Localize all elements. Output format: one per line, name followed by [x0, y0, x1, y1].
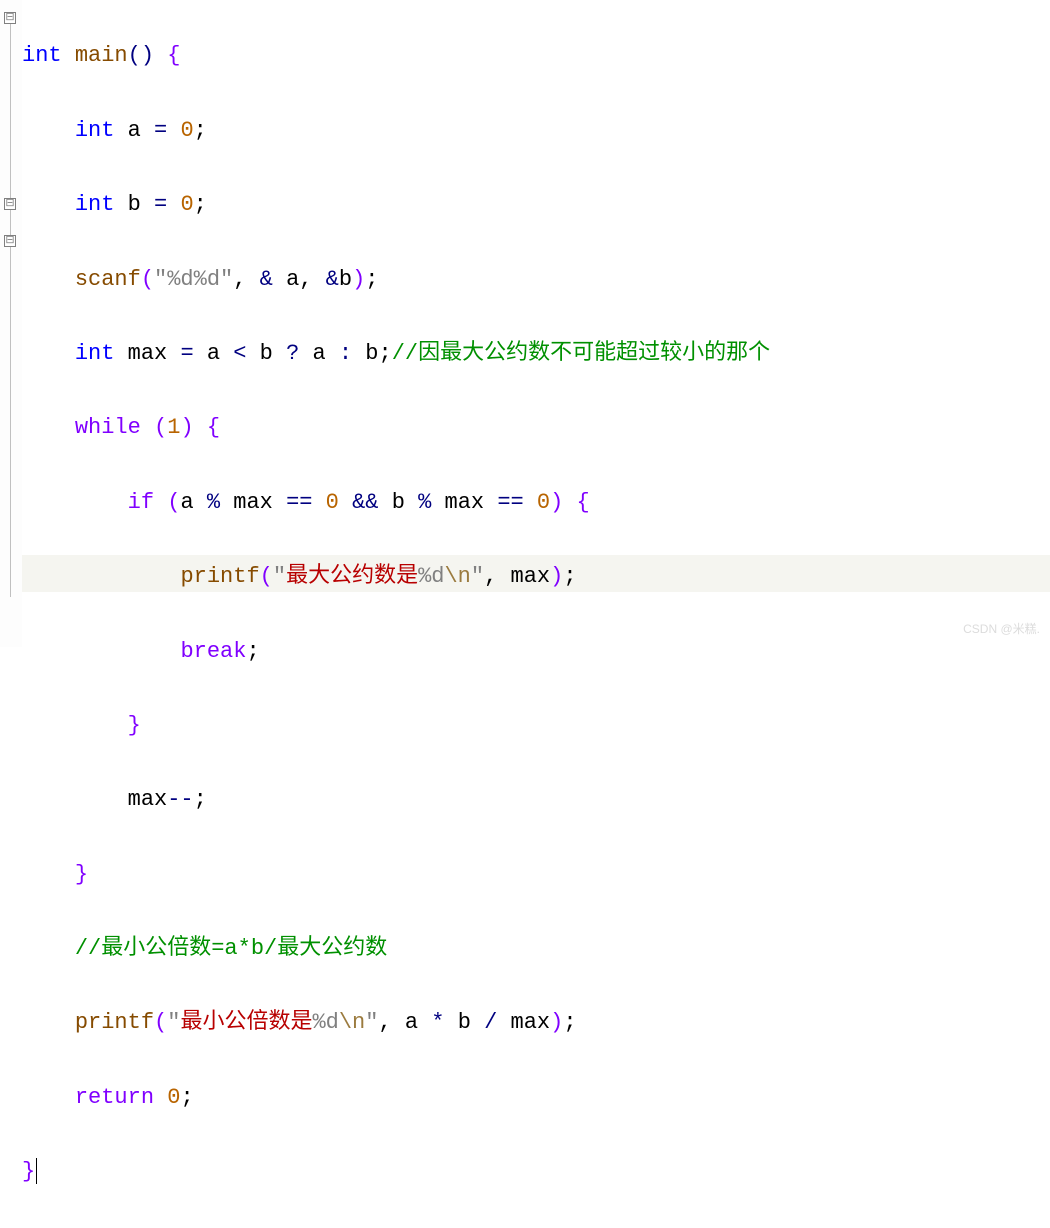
text-cursor [36, 1158, 37, 1184]
fold-gutter: ⊟ ⊟ ⊟ [0, 0, 22, 647]
code-line: printf("最大公约数是%d\n", max); [22, 558, 1050, 595]
code-content: int main() { int a = 0; int b = 0; scanf… [22, 0, 1050, 1228]
code-line: } [22, 856, 1050, 893]
code-line: break; [22, 633, 1050, 670]
code-line: int a = 0; [22, 112, 1050, 149]
fold-marker-icon[interactable]: ⊟ [4, 198, 16, 210]
code-line: if (a % max == 0 && b % max == 0) { [22, 484, 1050, 521]
code-line: while (1) { [22, 409, 1050, 446]
fold-marker-icon[interactable]: ⊟ [4, 235, 16, 247]
code-line: } [22, 1153, 1050, 1190]
watermark-text: CSDN @米糕. [963, 619, 1040, 639]
code-line: } [22, 707, 1050, 744]
code-line: scanf("%d%d", & a, &b); [22, 261, 1050, 298]
code-line: int max = a < b ? a : b;//因最大公约数不可能超过较小的… [22, 335, 1050, 372]
code-line: return 0; [22, 1079, 1050, 1116]
fold-marker-icon[interactable]: ⊟ [4, 12, 16, 24]
code-line: //最小公倍数=a*b/最大公约数 [22, 930, 1050, 967]
code-line: printf("最小公倍数是%d\n", a * b / max); [22, 1004, 1050, 1041]
code-line: int main() { [22, 37, 1050, 74]
code-line: max--; [22, 781, 1050, 818]
code-line: int b = 0; [22, 186, 1050, 223]
